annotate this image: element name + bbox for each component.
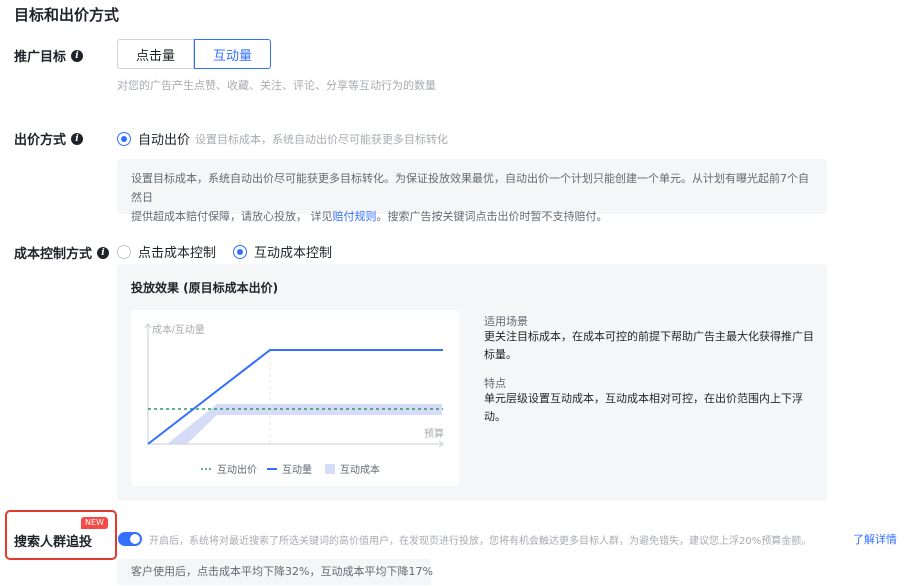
radio-click-cost-control[interactable]: 点击成本控制 [117,242,216,261]
auto-bid-hint: 设置目标成本，系统自动出价尽可能获更多目标转化 [195,133,448,146]
legend-volume-label: 互动量 [282,464,312,476]
learn-more-link[interactable]: 了解详情 [853,531,897,547]
notice-line-2-post: 。搜索广告按关键词点击出价时暂不支持赔付。 [376,210,608,223]
feature-text-2: 动。 [484,410,506,423]
scene-text-2: 标量。 [484,348,517,361]
promotion-goal-label: 推广目标 i [14,46,84,65]
x-axis-label: 预算 [424,427,444,440]
scene-heading: 适用场景 [484,315,528,328]
compensation-rules-link[interactable]: 赔付规则 [333,210,377,223]
search-retarget-hint: 开启后，系统将对最近搜索了所选关键词的高价值用户，在发现页进行投放，您将有机会触… [149,536,812,547]
goal-option-interactions[interactable]: 互动量 [194,39,271,69]
radio-checked-icon [117,131,131,146]
feature-heading: 特点 [484,377,506,390]
search-retarget-toggle[interactable] [118,532,142,546]
notice-line-2-pre: 提供超成本赔付保障，请放心投放， 详见 [131,210,333,223]
radio-auto-bid[interactable]: 自动出价 [117,129,190,148]
promotion-goal-label-text: 推广目标 [14,50,67,65]
scene-text-1: 更关注目标成本，在成本可控的前提下帮助广告主最大化获得推广目 [484,330,814,343]
cost-control-label: 成本控制方式 i [14,243,110,262]
legend-cost-label: 互动成本 [340,463,380,476]
search-retarget-label: 搜索人群追投 [14,535,93,550]
toggle-knob [130,534,140,544]
goal-option-clicks[interactable]: 点击量 [117,39,194,69]
bid-method-label: 出价方式 i [14,129,84,148]
y-axis-label: 成本/互动量 [152,323,205,336]
feature-text-1: 单元层级设置互动成本，互动成本相对可控，在出价范围内上下浮 [484,392,803,405]
section-title: 目标和出价方式 [14,6,120,24]
delivery-effect-panel: 投放效果 (原目标成本出价) 成本/互动量 预算 互动出价 互动量 互动成本 适… [117,264,827,501]
radio-click-cost-label: 点击成本控制 [138,246,217,261]
radio-unchecked-icon [117,244,131,259]
radio-interaction-cost-control[interactable]: 互动成本控制 [233,242,332,261]
info-icon[interactable]: i [71,49,84,62]
promotion-goal-hint: 对您的广告产生点赞、收藏、关注、评论、分享等互动行为的数量 [117,79,436,92]
radio-interaction-cost-label: 互动成本控制 [254,246,333,261]
legend-cost-swatch [325,464,335,474]
notice-line-1: 设置目标成本，系统自动出价尽可能获更多目标转化。为保证投放效果最优，自动出价一个… [131,172,809,204]
new-badge: NEW [81,517,108,529]
effect-chart: 成本/互动量 预算 互动出价 互动量 互动成本 [131,310,459,486]
cost-control-label-text: 成本控制方式 [14,247,93,262]
info-icon[interactable]: i [71,132,84,145]
auto-bid-notice: 设置目标成本，系统自动出价尽可能获更多目标转化。为保证投放效果最优，自动出价一个… [117,159,827,223]
search-retarget-result: 客户使用后，点击成本平均下降32%，互动成本平均下降17% [117,559,433,585]
effect-chart-svg: 成本/互动量 预算 互动出价 互动量 互动成本 [144,323,444,476]
effect-title: 投放效果 (原目标成本出价) [131,281,279,295]
radio-auto-bid-label: 自动出价 [138,133,191,148]
bid-method-label-text: 出价方式 [14,133,67,148]
radio-checked-icon [233,244,247,259]
promotion-goal-segmented: 点击量 互动量 [117,39,271,69]
interaction-cost-band [167,404,442,444]
info-icon[interactable]: i [97,246,110,259]
notice-line-2: 提供超成本赔付保障，请放心投放， 详见赔付规则。搜索广告按关键词点击出价时暂不支… [131,207,813,226]
legend-bid-label: 互动出价 [217,463,257,476]
